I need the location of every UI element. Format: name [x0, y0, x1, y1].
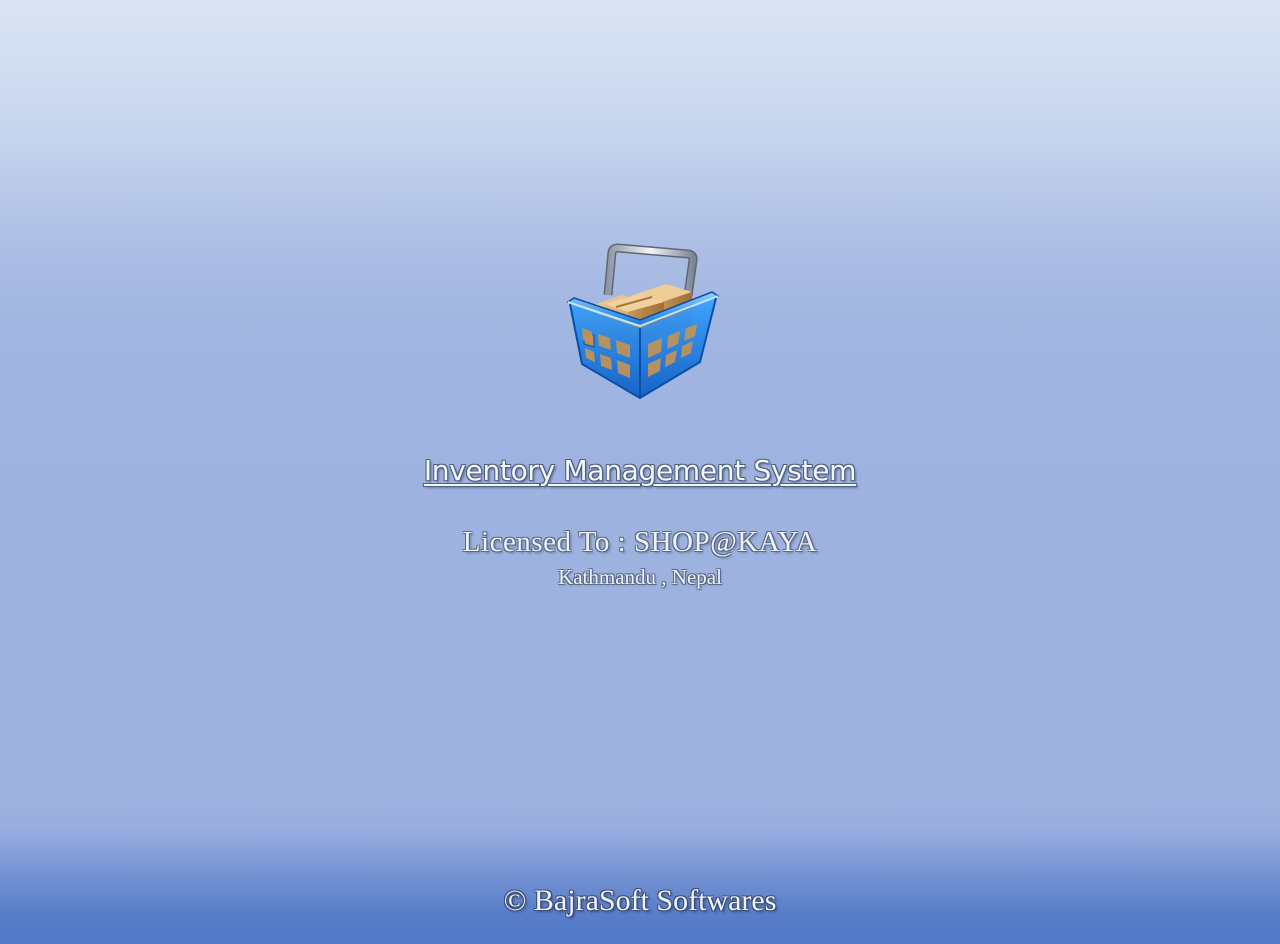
license-text: Licensed To : SHOP@KAYA [462, 526, 818, 558]
location-text: Kathmandu , Nepal [558, 565, 722, 589]
splash-screen: { "splash": { "icon": "shopping-basket-i… [0, 0, 1280, 944]
shopping-basket-icon [560, 240, 720, 405]
app-title: Inventory Management System [423, 454, 857, 487]
copyright-text: © BajraSoft Softwares [503, 884, 777, 917]
